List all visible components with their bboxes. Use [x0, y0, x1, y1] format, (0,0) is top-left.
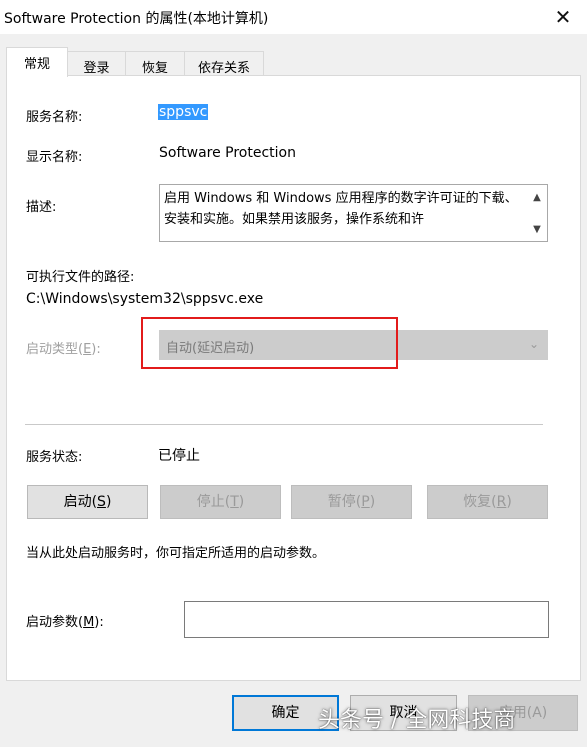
- tab-recovery[interactable]: 恢复: [125, 51, 185, 77]
- highlight-annotation-box: [141, 317, 398, 369]
- display-name-value: Software Protection: [159, 145, 296, 161]
- service-name-label: 服务名称:: [26, 110, 83, 125]
- window-title: Software Protection 的属性(本地计算机): [4, 11, 269, 27]
- service-status-value: 已停止: [158, 448, 200, 464]
- exe-path-value: C:\Windows\system32\sppsvc.exe: [26, 291, 264, 307]
- resume-button[interactable]: 恢复(R): [427, 485, 548, 519]
- description-text: 启用 Windows 和 Windows 应用程序的数字许可证的下载、安装和实施…: [164, 191, 518, 227]
- chevron-down-icon: ⌄: [528, 337, 539, 351]
- exe-path-label: 可执行文件的路径:: [26, 270, 135, 285]
- scroll-down-icon[interactable]: ▼: [529, 221, 545, 237]
- startup-type-label: 启动类型(E):: [26, 342, 101, 357]
- watermark-text: 头条号 / 全网科技商: [318, 708, 516, 733]
- tab-general[interactable]: 常规: [6, 47, 68, 77]
- service-name-value[interactable]: sppsvc: [158, 104, 209, 120]
- start-params-hint: 当从此处启动服务时，你可指定所适用的启动参数。: [26, 546, 326, 561]
- tab-logon[interactable]: 登录: [67, 51, 126, 77]
- tab-dependencies[interactable]: 依存关系: [184, 51, 264, 77]
- section-divider: [25, 424, 543, 425]
- display-name-label: 显示名称:: [26, 150, 83, 165]
- pause-button[interactable]: 暂停(P): [291, 485, 412, 519]
- description-label: 描述:: [26, 200, 57, 215]
- general-panel: 服务名称: sppsvc 显示名称: Software Protection 描…: [6, 75, 581, 681]
- scroll-up-icon[interactable]: ▲: [529, 189, 545, 205]
- start-params-label: 启动参数(M):: [26, 615, 104, 630]
- title-bar: Software Protection 的属性(本地计算机) ✕: [0, 0, 587, 34]
- start-params-input[interactable]: [184, 601, 549, 638]
- close-icon[interactable]: ✕: [539, 0, 587, 34]
- stop-button[interactable]: 停止(T): [160, 485, 281, 519]
- start-button[interactable]: 启动(S): [27, 485, 148, 519]
- service-status-label: 服务状态:: [26, 450, 83, 465]
- description-box[interactable]: 启用 Windows 和 Windows 应用程序的数字许可证的下载、安装和实施…: [159, 184, 548, 242]
